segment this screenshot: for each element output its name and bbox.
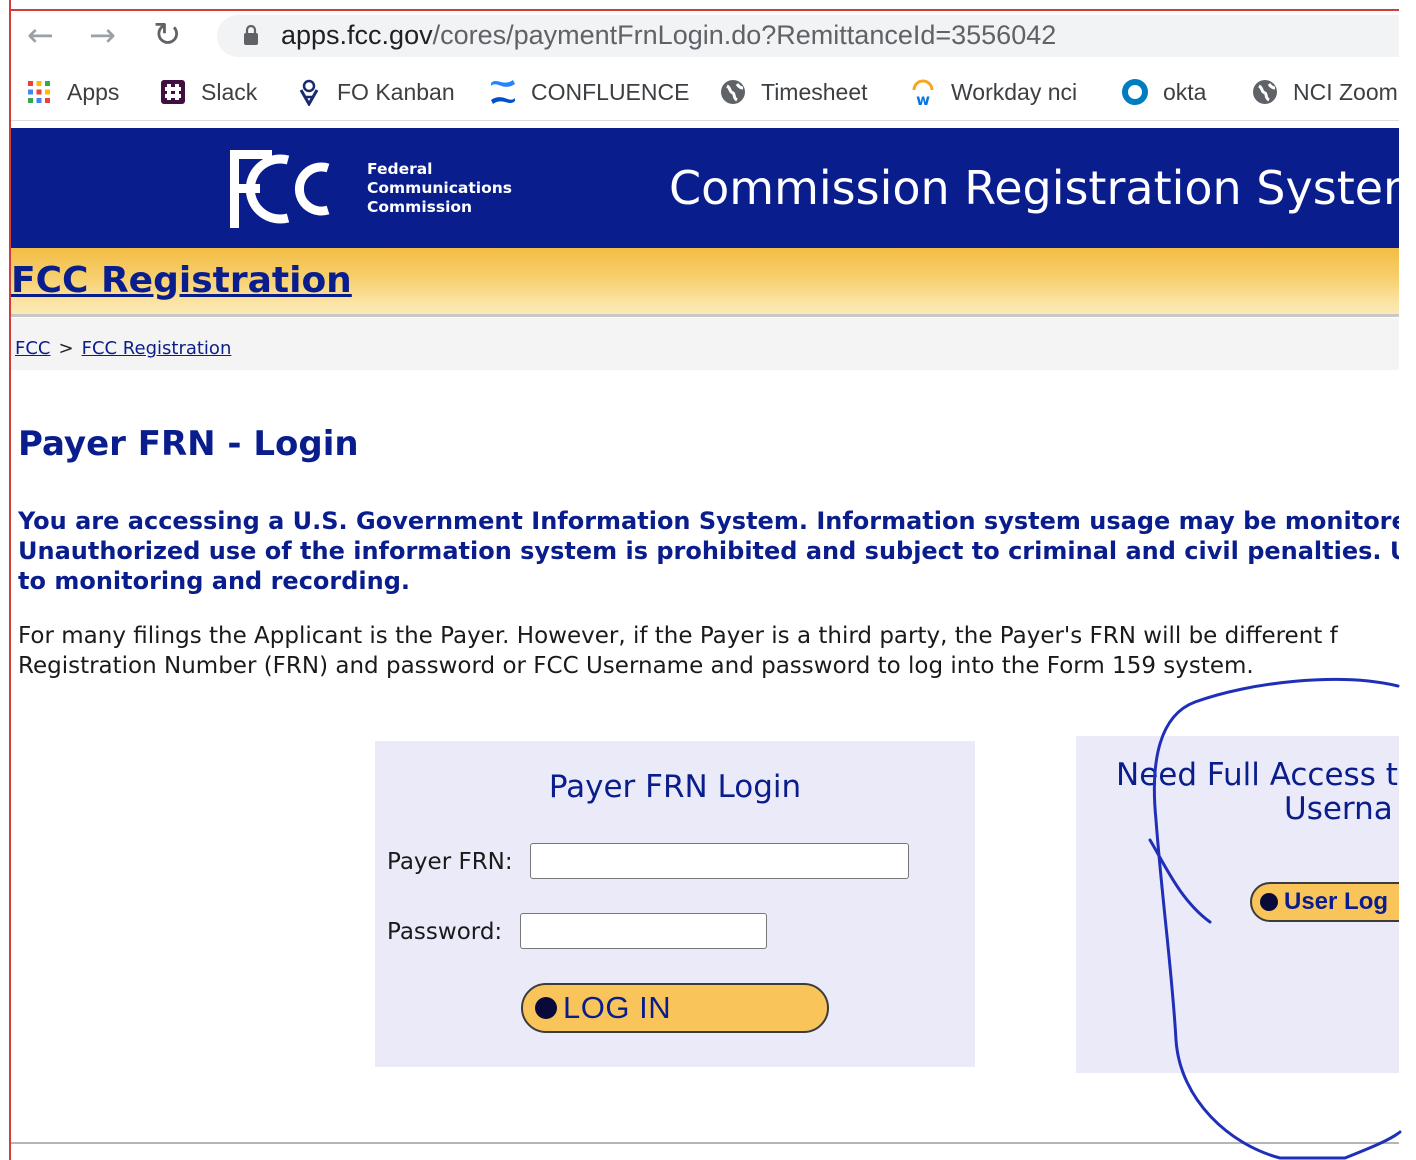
- warning-line: You are accessing a U.S. Government Info…: [18, 507, 1399, 535]
- breadcrumb-separator: >: [58, 338, 74, 359]
- section-title-link[interactable]: FCC Registration: [11, 260, 352, 301]
- system-title: Commission Registration System: [669, 161, 1399, 215]
- access-heading: Need Full Access t Userna: [1116, 758, 1398, 826]
- bullet-icon: [535, 997, 557, 1019]
- info-text: For many filings the Applicant is the Pa…: [18, 621, 1399, 681]
- agency-line: Federal: [367, 160, 433, 178]
- bookmark-nci-zoom[interactable]: NCI Zoom: [1251, 76, 1398, 108]
- bookmark-label: Timesheet: [761, 78, 868, 105]
- payer-frn-label: Payer FRN:: [387, 849, 513, 875]
- forward-arrow-icon[interactable]: →: [89, 19, 116, 51]
- page-title: Payer FRN - Login: [18, 424, 359, 464]
- payer-frn-input[interactable]: [530, 843, 909, 879]
- lock-icon: [244, 25, 258, 45]
- bookmark-okta[interactable]: okta: [1121, 76, 1206, 108]
- breadcrumb: FCC > FCC Registration: [11, 318, 1399, 370]
- password-label: Password:: [387, 919, 503, 945]
- kanban-icon: [299, 79, 319, 106]
- globe-icon: [1253, 80, 1277, 104]
- confluence-icon: [491, 80, 515, 104]
- bookmark-apps[interactable]: Apps: [25, 76, 119, 108]
- url-text: apps.fcc.gov/cores/paymentFrnLogin.do?Re…: [281, 20, 1056, 51]
- okta-icon: [1122, 79, 1148, 105]
- bullet-icon: [1260, 893, 1278, 911]
- address-bar[interactable]: apps.fcc.gov/cores/paymentFrnLogin.do?Re…: [217, 15, 1399, 57]
- bookmark-confluence[interactable]: CONFLUENCE: [489, 76, 689, 108]
- svg-text:w: w: [916, 91, 930, 106]
- breadcrumb-trail: FCC > FCC Registration: [15, 338, 231, 359]
- security-warning: You are accessing a U.S. Government Info…: [18, 506, 1399, 596]
- info-line: Registration Number (FRN) and password o…: [18, 653, 1254, 679]
- warning-line: Unauthorized use of the information syst…: [18, 537, 1399, 565]
- bookmark-slack[interactable]: Slack: [159, 76, 257, 108]
- breadcrumb-link-fcc[interactable]: FCC: [15, 338, 51, 359]
- fcc-agency-name: Federal Communications Commission: [367, 160, 512, 217]
- divider: [11, 314, 1399, 317]
- section-banner: FCC Registration: [11, 248, 1399, 314]
- full-access-panel: Need Full Access t Userna User Log: [1076, 736, 1399, 1073]
- bookmarks-bar: Apps Slack FO Kanban CONFLUENCE Timeshee…: [11, 64, 1399, 121]
- user-login-button-label: User Log: [1284, 888, 1389, 915]
- warning-line: to monitoring and recording.: [18, 567, 411, 595]
- user-login-button[interactable]: User Log: [1250, 882, 1399, 922]
- reload-icon[interactable]: ↻: [153, 18, 182, 52]
- bookmark-fo-kanban[interactable]: FO Kanban: [295, 76, 455, 108]
- access-heading-line: Userna: [1284, 791, 1393, 827]
- workday-icon: w: [912, 79, 934, 106]
- bookmark-workday[interactable]: w Workday nci: [909, 76, 1077, 108]
- login-heading: Payer FRN Login: [548, 769, 802, 805]
- bookmark-label: Apps: [67, 78, 120, 105]
- url-host: apps.fcc.gov: [281, 20, 433, 50]
- browser-toolbar: ← → ↻ apps.fcc.gov/cores/paymentFrnLogin…: [11, 11, 1399, 59]
- payer-frn-login-panel: Payer FRN Login Payer FRN: Password: LOG…: [375, 741, 975, 1067]
- breadcrumb-link-fcc-registration[interactable]: FCC Registration: [82, 338, 232, 359]
- bookmark-timesheet[interactable]: Timesheet: [719, 76, 868, 108]
- bookmark-label: Workday nci: [951, 78, 1078, 105]
- footer-divider: [11, 1142, 1399, 1144]
- agency-line: Communications: [367, 179, 512, 197]
- globe-icon: [721, 80, 745, 104]
- log-in-button-label: LOG IN: [563, 990, 672, 1025]
- agency-line: Commission: [367, 198, 473, 216]
- bookmark-label: FO Kanban: [337, 78, 455, 105]
- bookmark-label: Slack: [201, 78, 258, 105]
- password-input[interactable]: [520, 913, 767, 949]
- slack-icon: [161, 80, 185, 104]
- url-path: /cores/paymentFrnLogin.do?RemittanceId=3…: [432, 20, 1057, 50]
- bookmark-label: CONFLUENCE: [531, 78, 690, 105]
- bookmark-label: NCI Zoom: [1293, 78, 1398, 105]
- access-heading-line: Need Full Access t: [1116, 757, 1398, 793]
- back-arrow-icon[interactable]: ←: [27, 19, 54, 51]
- fcc-logo-icon[interactable]: [226, 142, 336, 232]
- bookmark-label: okta: [1163, 78, 1207, 105]
- log-in-button[interactable]: LOG IN: [521, 983, 829, 1033]
- fcc-header: Federal Communications Commission Commis…: [11, 128, 1399, 248]
- info-line: For many filings the Applicant is the Pa…: [18, 623, 1338, 649]
- apps-grid-icon: [28, 81, 50, 103]
